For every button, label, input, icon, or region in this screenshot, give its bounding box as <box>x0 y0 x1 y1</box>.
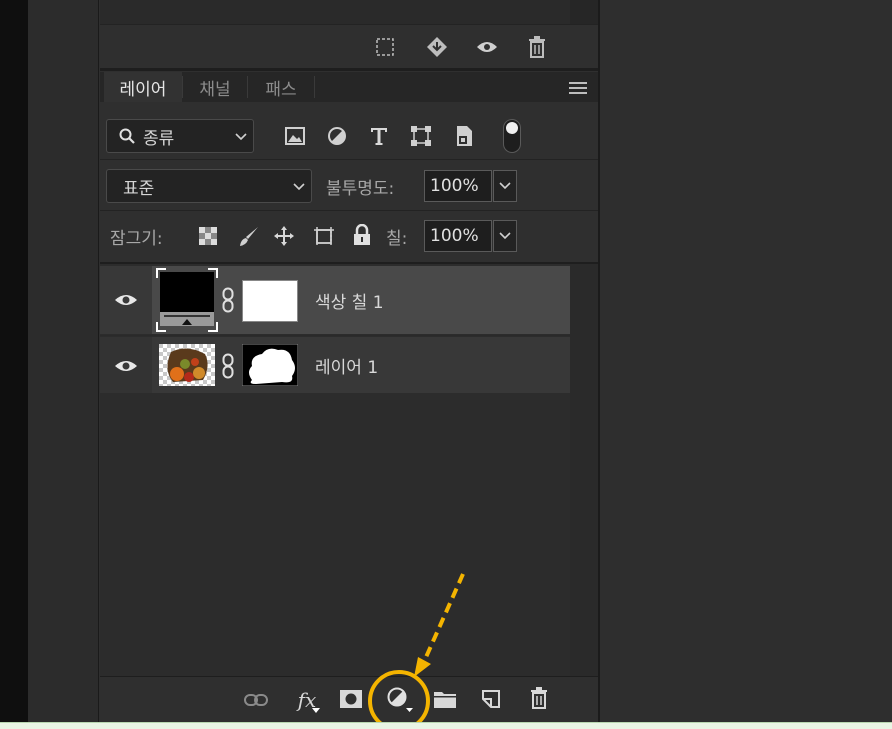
bottom-status-strip <box>0 722 892 729</box>
highlight-annotation <box>368 573 465 729</box>
